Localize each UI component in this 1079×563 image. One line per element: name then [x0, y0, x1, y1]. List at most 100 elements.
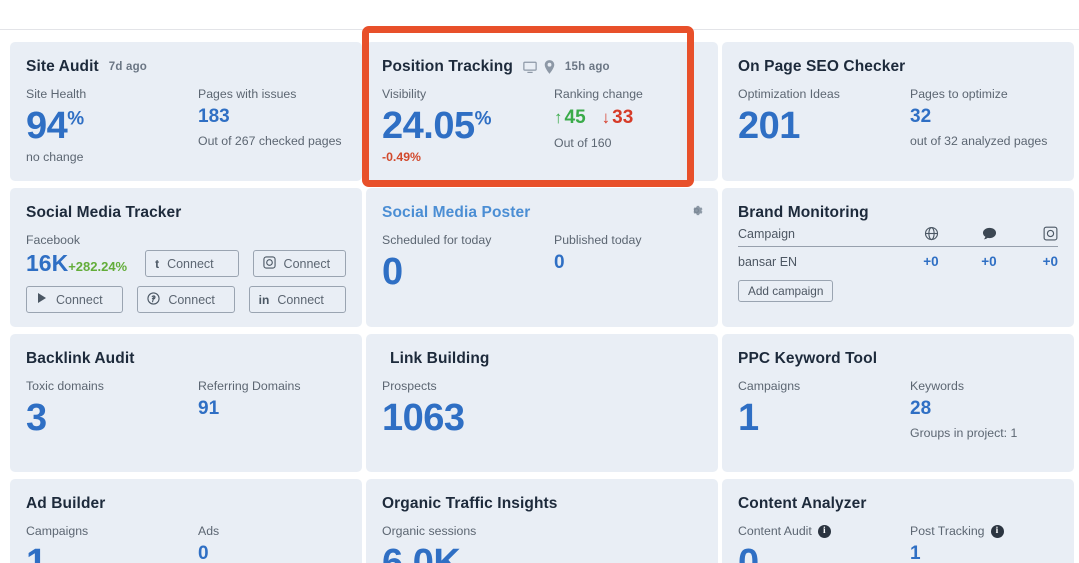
ranking-declined[interactable]: ↓ 33 [602, 104, 634, 132]
metric-label: Published today [554, 233, 642, 247]
card-title[interactable]: Brand Monitoring [738, 204, 869, 222]
card-title[interactable]: Link Building [390, 350, 489, 368]
metric-toxic-domains: Toxic domains 3 [26, 378, 198, 440]
card-title[interactable]: On Page SEO Checker [738, 58, 905, 76]
metric-optimization-ideas: Optimization Ideas 201 [738, 86, 910, 150]
metric-value[interactable]: 28 [910, 396, 1079, 422]
card-title[interactable]: Site Audit [26, 58, 99, 76]
metric-value[interactable]: 1 [738, 396, 910, 440]
card-header: Social Media Tracker [26, 204, 346, 222]
gear-icon[interactable] [689, 203, 704, 218]
metric-value[interactable]: 16K [26, 250, 68, 276]
card-title[interactable]: Organic Traffic Insights [382, 495, 558, 513]
globe-icon [902, 226, 960, 241]
metric-pages-with-issues: Pages with issues 183 Out of 267 checked… [198, 86, 373, 167]
metric-scheduled-today: Scheduled for today 0 [382, 232, 554, 294]
metric-label: Keywords [910, 379, 964, 393]
card-title[interactable]: Social Media Tracker [26, 204, 181, 222]
metric-value[interactable]: 0 [738, 541, 910, 563]
card-on-page-seo-checker[interactable]: On Page SEO Checker Optimization Ideas 2… [722, 42, 1074, 181]
campaign-name[interactable]: bansar EN [738, 255, 902, 269]
card-social-media-poster[interactable]: Social Media Poster Scheduled for today … [366, 188, 718, 327]
card-title[interactable]: Backlink Audit [26, 350, 135, 368]
metric-value[interactable]: 3 [26, 396, 198, 440]
card-brand-monitoring[interactable]: Brand Monitoring Campaign bansar EN +0 +… [722, 188, 1074, 327]
card-ad-builder[interactable]: Ad Builder Campaigns 1 Ads 0 [10, 479, 362, 563]
metric-value[interactable]: 0 [382, 250, 554, 294]
percent-suffix: % [474, 108, 492, 130]
table-row[interactable]: bansar EN +0 +0 +0 [738, 247, 1058, 269]
card-social-media-tracker[interactable]: Social Media Tracker Facebook 16K +282.2… [10, 188, 362, 327]
metric-label: Organic sessions [382, 524, 477, 538]
metric-sub: Out of 267 checked pages [198, 134, 342, 148]
metric-value[interactable]: 24.05% [382, 104, 554, 148]
card-position-tracking[interactable]: Position Tracking 15h ago Visibility 24.… [366, 42, 718, 181]
metric-label: Facebook [26, 233, 81, 247]
metric-value[interactable]: 1063 [382, 396, 554, 440]
metric-campaigns: Campaigns 1 [26, 523, 198, 563]
metric-ads: Ads 0 [198, 523, 373, 563]
info-icon[interactable]: i [990, 525, 1004, 538]
metrics-row: Organic sessions 6.0K [382, 523, 702, 563]
card-content-analyzer[interactable]: Content Analyzer Content Audit i 0 Post … [722, 479, 1074, 563]
metric-value[interactable]: 94% [26, 104, 198, 148]
metric-sub: no change [26, 150, 84, 164]
metric-value[interactable]: 201 [738, 104, 910, 148]
button-label: Connect [283, 256, 331, 271]
social-row-1: Facebook 16K +282.24% t Connect Connect [26, 232, 347, 277]
metric-label: Pages with issues [198, 87, 297, 101]
metric-sub: out of 32 analyzed pages [910, 134, 1048, 148]
button-label: Connect [56, 292, 103, 307]
metrics-row: Visibility 24.05% -0.49% Ranking change … [382, 86, 702, 166]
info-icon[interactable]: i [817, 525, 831, 538]
ranking-up-value: 45 [564, 107, 586, 128]
metric-visibility: Visibility 24.05% -0.49% [382, 86, 554, 166]
card-header: Link Building [382, 350, 702, 368]
metric-value[interactable]: 32 [910, 104, 1079, 130]
instagram-icon [1018, 226, 1058, 241]
metric-label-text: Post Tracking [910, 524, 985, 538]
ranking-change-values: ↑ 45 ↓ 33 [554, 104, 729, 132]
card-header: Brand Monitoring [738, 204, 1058, 222]
card-title[interactable]: PPC Keyword Tool [738, 350, 877, 368]
metric-value[interactable]: 91 [198, 396, 373, 422]
card-link-building[interactable]: Link Building Prospects 1063 [366, 334, 718, 472]
card-backlink-audit[interactable]: Backlink Audit Toxic domains 3 Referring… [10, 334, 362, 472]
metric-value[interactable]: 0 [198, 541, 373, 563]
connect-twitter-button[interactable]: t Connect [145, 250, 239, 277]
connect-youtube-button[interactable]: Connect [26, 286, 124, 313]
connect-pinterest-button[interactable]: Connect [137, 286, 235, 313]
card-title[interactable]: Content Analyzer [738, 495, 866, 513]
metric-label: Scheduled for today [382, 233, 492, 247]
metric-value[interactable]: 1 [26, 541, 198, 563]
metric-value[interactable]: 1 [910, 541, 1079, 563]
card-organic-traffic-insights[interactable]: Organic Traffic Insights Organic session… [366, 479, 718, 563]
card-header: PPC Keyword Tool [738, 350, 1058, 368]
metrics-row: Site Health 94% no change Pages with iss… [26, 86, 346, 167]
card-title[interactable]: Position Tracking [382, 58, 513, 76]
metrics-row: Prospects 1063 [382, 378, 702, 440]
button-label: Connect [167, 256, 214, 271]
add-campaign-button[interactable]: Add campaign [738, 280, 834, 302]
card-header: Content Analyzer [738, 495, 1058, 513]
metrics-row: Optimization Ideas 201 Pages to optimize… [738, 86, 1058, 150]
device-icons [523, 60, 555, 74]
card-title[interactable]: Social Media Poster [382, 204, 530, 222]
metric-value[interactable]: 183 [198, 104, 373, 130]
metric-campaigns: Campaigns 1 [738, 378, 910, 442]
card-title[interactable]: Ad Builder [26, 495, 105, 513]
metric-value-wrap: 16K +282.24% [26, 250, 131, 276]
metric-value[interactable]: 0 [554, 250, 729, 276]
card-header: Site Audit 7d ago [26, 58, 346, 76]
card-site-audit[interactable]: Site Audit 7d ago Site Health 94% no cha… [10, 42, 362, 181]
connect-instagram-button[interactable]: Connect [252, 250, 347, 277]
metric-label: Pages to optimize [910, 87, 1008, 101]
campaign-table: Campaign bansar EN +0 +0 +0 [738, 226, 1058, 269]
youtube-icon [36, 292, 48, 307]
metric-value[interactable]: 6.0K [382, 541, 554, 563]
ranking-improved[interactable]: ↑ 45 [554, 104, 586, 132]
metric-published-today: Published today 0 [554, 232, 729, 294]
connect-linkedin-button[interactable]: in Connect [248, 286, 346, 313]
metric-content-audit: Content Audit i 0 [738, 523, 910, 563]
card-ppc-keyword-tool[interactable]: PPC Keyword Tool Campaigns 1 Keywords 28… [722, 334, 1074, 472]
